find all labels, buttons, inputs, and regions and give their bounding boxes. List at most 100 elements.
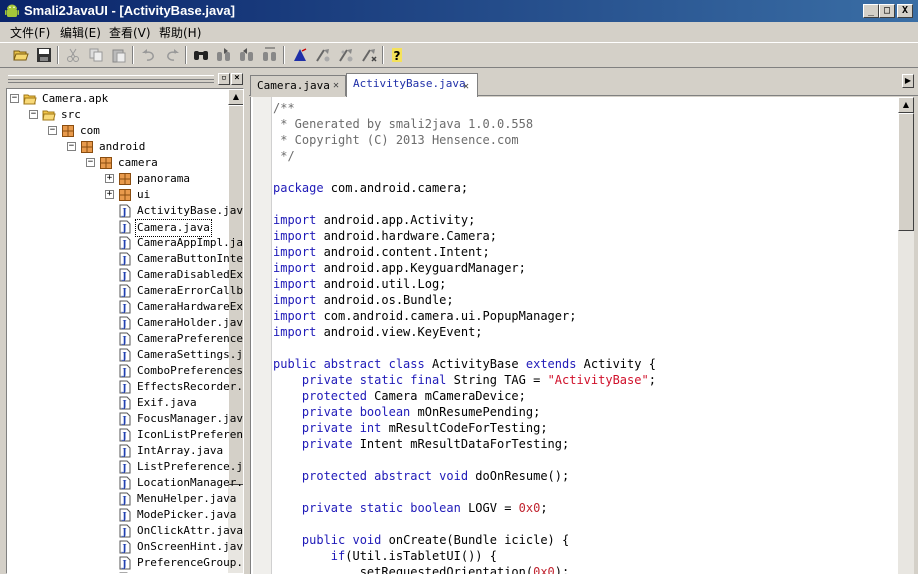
find-next-icon[interactable]	[215, 46, 233, 64]
tree-node[interactable]: J LocationManager.java	[7, 475, 243, 491]
tree-node-label: CameraHardwareException.java	[137, 300, 243, 313]
panel-restore-button[interactable]: ▫	[218, 73, 230, 85]
tab-label: ActivityBase.java	[353, 77, 466, 90]
tab-scroll-button[interactable]: ▶	[902, 74, 914, 88]
find-icon[interactable]	[192, 46, 210, 64]
scroll-up-button[interactable]: ▲	[228, 89, 243, 105]
collapse-icon[interactable]: −	[48, 126, 57, 135]
tree-node[interactable]: J Exif.java	[7, 395, 227, 411]
tab-camera-java[interactable]: Camera.java ✕	[250, 75, 346, 96]
help-icon[interactable]: ?	[388, 46, 406, 64]
tree-node-label: CameraSettings.java	[137, 348, 243, 361]
tree-node[interactable]: J OnClickAttr.java	[7, 523, 243, 539]
code-editor[interactable]: /** * Generated by smali2java 1.0.0.558 …	[250, 97, 900, 574]
panel-grip-line	[8, 79, 214, 80]
tree-node-label: IntArray.java	[137, 444, 224, 457]
panel-close-button[interactable]: ×	[231, 73, 243, 85]
java-file-icon: J	[118, 316, 132, 330]
code-text[interactable]: /** * Generated by smali2java 1.0.0.558 …	[273, 100, 656, 574]
tree-node[interactable]: − camera	[7, 155, 227, 171]
minimize-button[interactable]: _	[863, 4, 879, 18]
tree-node[interactable]: J ModePicker.java	[7, 507, 236, 523]
tree-node-label: camera	[118, 156, 158, 169]
java-file-icon: J	[118, 428, 132, 442]
tree-node[interactable]: J EffectsRecorder.java	[7, 379, 243, 395]
code-line: if(Util.isTabletUI()) {	[330, 549, 497, 563]
menu-help[interactable]: 帮助(H)	[159, 24, 201, 41]
expand-icon[interactable]: +	[105, 190, 114, 199]
tree-node[interactable]: J OnScreenHint.java	[7, 539, 243, 555]
tree-node-label: ComboPreferences.java	[137, 364, 243, 377]
menu-view[interactable]: 查看(V)	[109, 24, 151, 41]
tree-node[interactable]: J ListPreference.java	[7, 459, 243, 475]
svg-text:J: J	[121, 560, 126, 570]
java-file-icon: J	[118, 364, 132, 378]
collapse-icon[interactable]: −	[67, 142, 76, 151]
cut-icon[interactable]	[64, 46, 82, 64]
svg-text:J: J	[121, 432, 126, 442]
tree-node[interactable]: J PreferenceGroup.java	[7, 555, 243, 571]
java-file-icon: J	[118, 252, 132, 266]
menu-edit[interactable]: 编辑(E)	[60, 24, 101, 41]
tree-node[interactable]: J MenuHelper.java	[7, 491, 236, 507]
android-app-icon	[5, 4, 19, 17]
java-file-icon: J	[118, 476, 132, 490]
tree-node[interactable]: J CameraSettings.java	[7, 347, 243, 363]
tree-node[interactable]: J CameraAppImpl.java	[7, 235, 243, 251]
save-icon[interactable]	[35, 46, 53, 64]
collapse-icon[interactable]: −	[29, 110, 38, 119]
scroll-thumb[interactable]	[898, 113, 914, 231]
tab-close-icon[interactable]: ✕	[463, 82, 473, 92]
menu-file[interactable]: 文件(F)	[10, 24, 50, 41]
code-line: /**	[273, 101, 295, 115]
collapse-icon[interactable]: −	[10, 94, 19, 103]
convert-all-icon[interactable]	[337, 46, 355, 64]
open-folder-icon[interactable]	[12, 46, 30, 64]
package-icon	[80, 140, 94, 154]
tree-node[interactable]: J IconListPreference.java	[7, 427, 243, 443]
tree-node[interactable]: J CameraButtonIntentReceiver.java	[7, 251, 243, 267]
tree-node[interactable]: J CameraPreference.java	[7, 331, 243, 347]
tree-node[interactable]: − Camera.apk	[7, 91, 227, 107]
tree-node[interactable]: J CameraHolder.java	[7, 315, 243, 331]
project-tree[interactable]: ▲ − Camera.apk − src − com − android − camera + pan…	[6, 88, 244, 574]
close-button[interactable]: X	[897, 4, 913, 18]
decompile-icon[interactable]	[291, 46, 309, 64]
tab-activitybase-java[interactable]: ActivityBase.java ✕	[346, 73, 478, 97]
tree-node[interactable]: J ComboPreferences.java	[7, 363, 243, 379]
tab-close-icon[interactable]: ✕	[333, 81, 343, 91]
tree-node[interactable]: J CameraErrorCallback.java	[7, 283, 243, 299]
redo-icon[interactable]	[163, 46, 181, 64]
tree-node[interactable]: J ActivityBase.java	[7, 203, 243, 219]
scroll-up-button[interactable]: ▲	[898, 97, 914, 113]
tree-node[interactable]: − android	[7, 139, 227, 155]
tree-node[interactable]: J CameraHardwareException.java	[7, 299, 243, 315]
tree-node-label: Camera.apk	[42, 92, 109, 105]
expand-icon[interactable]: +	[105, 174, 114, 183]
tree-node[interactable]: − com	[7, 123, 227, 139]
settings-icon[interactable]	[360, 46, 378, 64]
undo-icon[interactable]	[140, 46, 158, 64]
tree-node[interactable]: − src	[7, 107, 227, 123]
tree-node[interactable]: J FocusManager.java	[7, 411, 243, 427]
paste-icon[interactable]	[110, 46, 128, 64]
editor-vertical-scrollbar[interactable]: ▲	[898, 97, 914, 574]
svg-text:J: J	[121, 208, 126, 218]
tree-node[interactable]: J Camera.java	[7, 219, 227, 237]
maximize-button[interactable]: □	[879, 4, 895, 18]
tree-node[interactable]: J IntArray.java	[7, 443, 227, 459]
copy-icon[interactable]	[87, 46, 105, 64]
find-prev-icon[interactable]	[238, 46, 256, 64]
svg-text:J: J	[121, 400, 126, 410]
editor-tab-strip: Camera.java ✕ ActivityBase.java ✕ ▶	[249, 72, 918, 97]
collapse-icon[interactable]: −	[86, 158, 95, 167]
tree-node[interactable]: J CameraDisabledException.java	[7, 267, 243, 283]
convert-icon[interactable]	[314, 46, 332, 64]
tree-node[interactable]: + panorama	[7, 171, 227, 187]
replace-icon[interactable]	[261, 46, 279, 64]
tree-node[interactable]: + ui	[7, 187, 227, 203]
